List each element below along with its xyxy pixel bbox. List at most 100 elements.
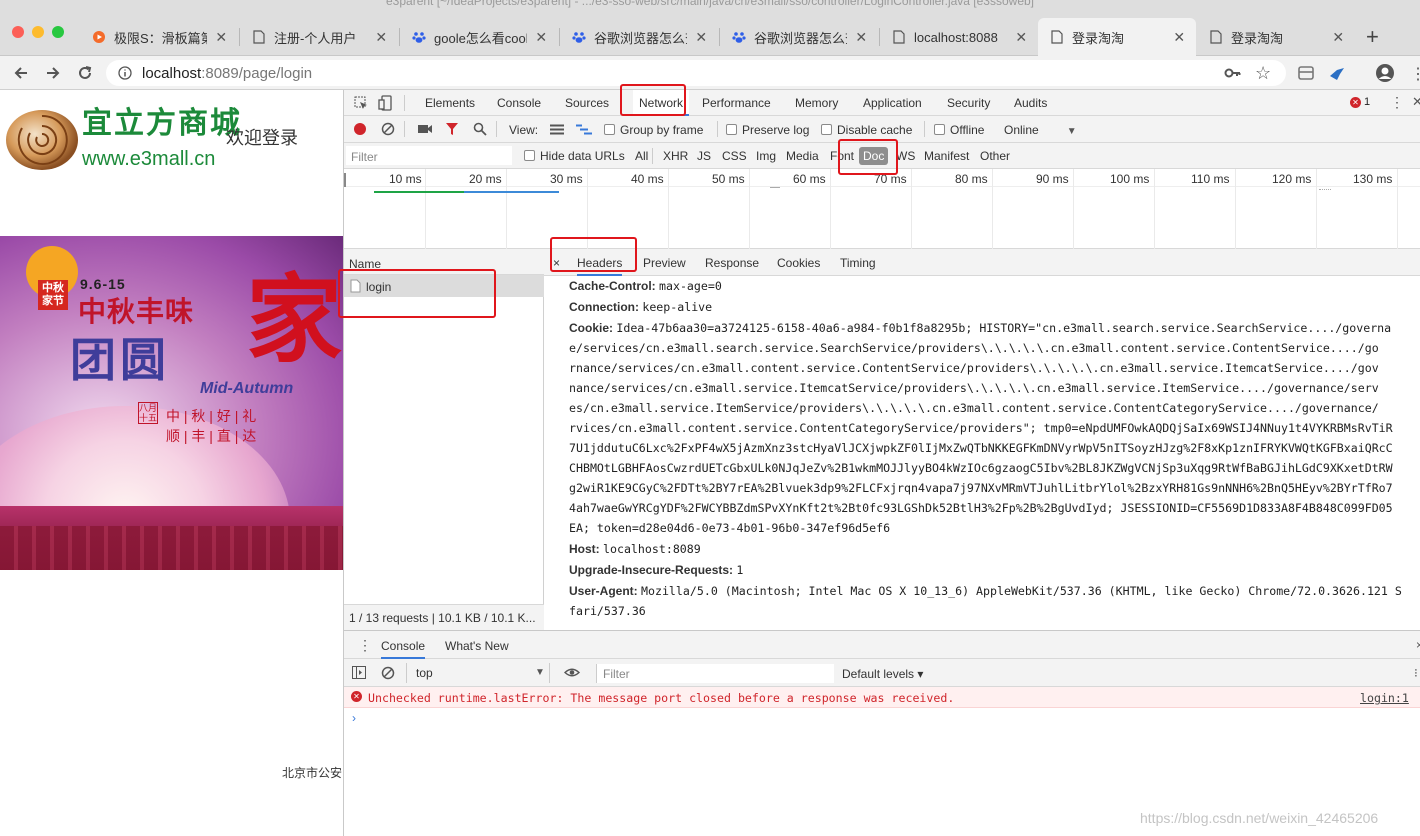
reload-button[interactable] <box>74 62 96 84</box>
network-toolbar: View: Group by frame Preserve log Disabl… <box>344 116 1420 143</box>
close-detail-icon[interactable]: × <box>553 256 560 270</box>
devtools-close-icon[interactable]: ✕ <box>1412 94 1420 110</box>
console-prompt[interactable]: › <box>352 711 356 725</box>
large-rows-icon[interactable] <box>550 124 564 138</box>
browser-menu-icon[interactable]: ⋮ <box>1410 64 1420 84</box>
banner-slogan-bottom: 顺 | 丰 | 直 | 达 <box>166 428 257 444</box>
browser-tab[interactable]: localhost:8088 ✕ <box>880 18 1038 56</box>
devtools-more-icon[interactable]: ⋮ <box>1390 94 1404 111</box>
browser-tab[interactable]: 注册-个人用户 ✕ <box>240 18 398 56</box>
filter-type-doc[interactable]: Doc <box>859 147 889 165</box>
hide-data-urls-checkbox[interactable]: Hide data URLs <box>524 149 625 163</box>
forward-button[interactable] <box>42 62 64 84</box>
clear-console-icon[interactable] <box>381 666 395 683</box>
eye-icon[interactable] <box>563 667 581 681</box>
back-button[interactable] <box>10 62 32 84</box>
filter-type-xhr[interactable]: XHR <box>663 149 688 163</box>
tab-performance[interactable]: Performance <box>702 90 771 116</box>
detail-tab-cookies[interactable]: Cookies <box>777 256 820 270</box>
bird-extension-icon[interactable] <box>1328 64 1346 85</box>
filter-type-font[interactable]: Font <box>830 149 854 163</box>
screenshot-camera-icon[interactable] <box>417 123 433 138</box>
tab-close-icon[interactable]: ✕ <box>1332 29 1345 46</box>
context-select[interactable]: top ▼ <box>406 663 550 683</box>
waterfall-icon[interactable] <box>576 124 592 138</box>
filter-type-manifest[interactable]: Manifest <box>924 149 969 163</box>
browser-tab[interactable]: 登录淘淘 ✕ <box>1197 18 1355 56</box>
network-filter-bar: Filter Hide data URLs All XHR JS CSS Img… <box>344 143 1420 169</box>
browser-tab[interactable]: 谷歌浏览器怎么查 ✕ <box>560 18 718 56</box>
log-levels-select[interactable]: Default levels ▾ <box>842 667 923 681</box>
tab-audits[interactable]: Audits <box>1014 90 1047 116</box>
tab-close-icon[interactable]: ✕ <box>695 29 708 46</box>
tab-elements[interactable]: Elements <box>425 90 475 116</box>
throttling-select[interactable]: Online ▼ <box>1004 123 1077 139</box>
device-toolbar-icon[interactable] <box>378 95 392 114</box>
filter-type-img[interactable]: Img <box>756 149 776 163</box>
tab-network[interactable]: Network <box>633 90 690 116</box>
search-icon[interactable] <box>473 122 487 139</box>
close-window-button[interactable] <box>12 26 24 38</box>
banner-english: Mid-Autumn <box>200 380 294 397</box>
sidebar-toggle-icon[interactable] <box>352 666 366 682</box>
tab-close-icon[interactable]: ✕ <box>215 29 228 46</box>
network-overview-timeline[interactable]: 10 ms 20 ms 30 ms 40 ms 50 ms 60 ms 70 m… <box>344 169 1420 249</box>
address-bar[interactable]: localhost:8089/page/login <box>106 60 1286 86</box>
tab-application[interactable]: Application <box>863 90 922 116</box>
preserve-log-checkbox[interactable]: Preserve log <box>726 123 809 137</box>
timeline-bar-download <box>464 191 559 193</box>
maximize-window-button[interactable] <box>52 26 64 38</box>
tab-sources[interactable]: Sources <box>565 90 609 116</box>
error-count-badge[interactable]: ✕ 1 <box>1350 96 1370 108</box>
filter-funnel-icon[interactable] <box>445 122 459 139</box>
inspect-element-icon[interactable] <box>354 96 368 113</box>
column-header-name[interactable]: Name <box>349 257 381 271</box>
tab-close-icon[interactable]: ✕ <box>1173 29 1186 46</box>
tab-console[interactable]: Console <box>497 90 541 116</box>
timeline-tick: 60 ms <box>793 172 826 186</box>
detail-tab-preview[interactable]: Preview <box>643 256 686 270</box>
group-by-frame-checkbox[interactable]: Group by frame <box>604 123 703 137</box>
console-filter-input[interactable]: Filter <box>596 664 834 683</box>
filter-type-css[interactable]: CSS <box>722 149 747 163</box>
record-button[interactable] <box>354 123 366 135</box>
arrow-left-icon <box>14 67 27 79</box>
drawer-tab-whats-new[interactable]: What's New <box>445 639 509 653</box>
console-settings-icon[interactable]: ⁝ <box>1414 666 1418 680</box>
drawer-tab-console[interactable]: Console <box>381 639 426 659</box>
new-tab-button[interactable]: + <box>1366 24 1379 50</box>
filter-type-ws[interactable]: WS <box>896 149 915 163</box>
tab-security[interactable]: Security <box>947 90 990 116</box>
key-icon[interactable] <box>1224 64 1242 85</box>
baidu-paw-icon <box>572 30 586 44</box>
drawer-close-icon[interactable]: × <box>1416 638 1420 652</box>
browser-tab-active[interactable]: 登录淘淘 ✕ <box>1038 18 1196 56</box>
detail-tab-response[interactable]: Response <box>705 256 759 270</box>
profile-avatar-icon[interactable] <box>1375 63 1395 86</box>
clear-icon[interactable] <box>381 122 395 139</box>
info-icon <box>118 66 132 80</box>
minimize-window-button[interactable] <box>32 26 44 38</box>
tab-memory[interactable]: Memory <box>795 90 838 116</box>
browser-tab[interactable]: goole怎么看cook ✕ <box>400 18 558 56</box>
browser-toolbar: localhost:8089/page/login ☆ ⋮ <box>0 56 1420 90</box>
tab-close-icon[interactable]: ✕ <box>1015 29 1028 46</box>
browser-tab[interactable]: 极限S：滑板篇第 ✕ <box>80 18 238 56</box>
tab-close-icon[interactable]: ✕ <box>535 29 548 46</box>
filter-type-all[interactable]: All <box>635 149 648 163</box>
filter-type-js[interactable]: JS <box>697 149 711 163</box>
tab-close-icon[interactable]: ✕ <box>375 29 388 46</box>
window-title: e3parent [~/IdeaProjects/e3parent] - ...… <box>386 0 1034 8</box>
extension-icon[interactable] <box>1297 64 1315 85</box>
console-error-source-link[interactable]: login:1 <box>1360 691 1409 705</box>
bookmark-star-icon[interactable]: ☆ <box>1255 63 1271 84</box>
filter-type-other[interactable]: Other <box>980 149 1010 163</box>
tab-close-icon[interactable]: ✕ <box>855 29 868 46</box>
filter-type-media[interactable]: Media <box>786 149 819 163</box>
drawer-menu-icon[interactable]: ⋮ <box>358 638 372 652</box>
offline-checkbox[interactable]: Offline <box>934 123 984 137</box>
disable-cache-checkbox[interactable]: Disable cache <box>821 123 912 137</box>
detail-tab-headers[interactable]: Headers <box>577 256 623 276</box>
browser-tab[interactable]: 谷歌浏览器怎么查 ✕ <box>720 18 878 56</box>
detail-tab-timing[interactable]: Timing <box>840 256 876 270</box>
